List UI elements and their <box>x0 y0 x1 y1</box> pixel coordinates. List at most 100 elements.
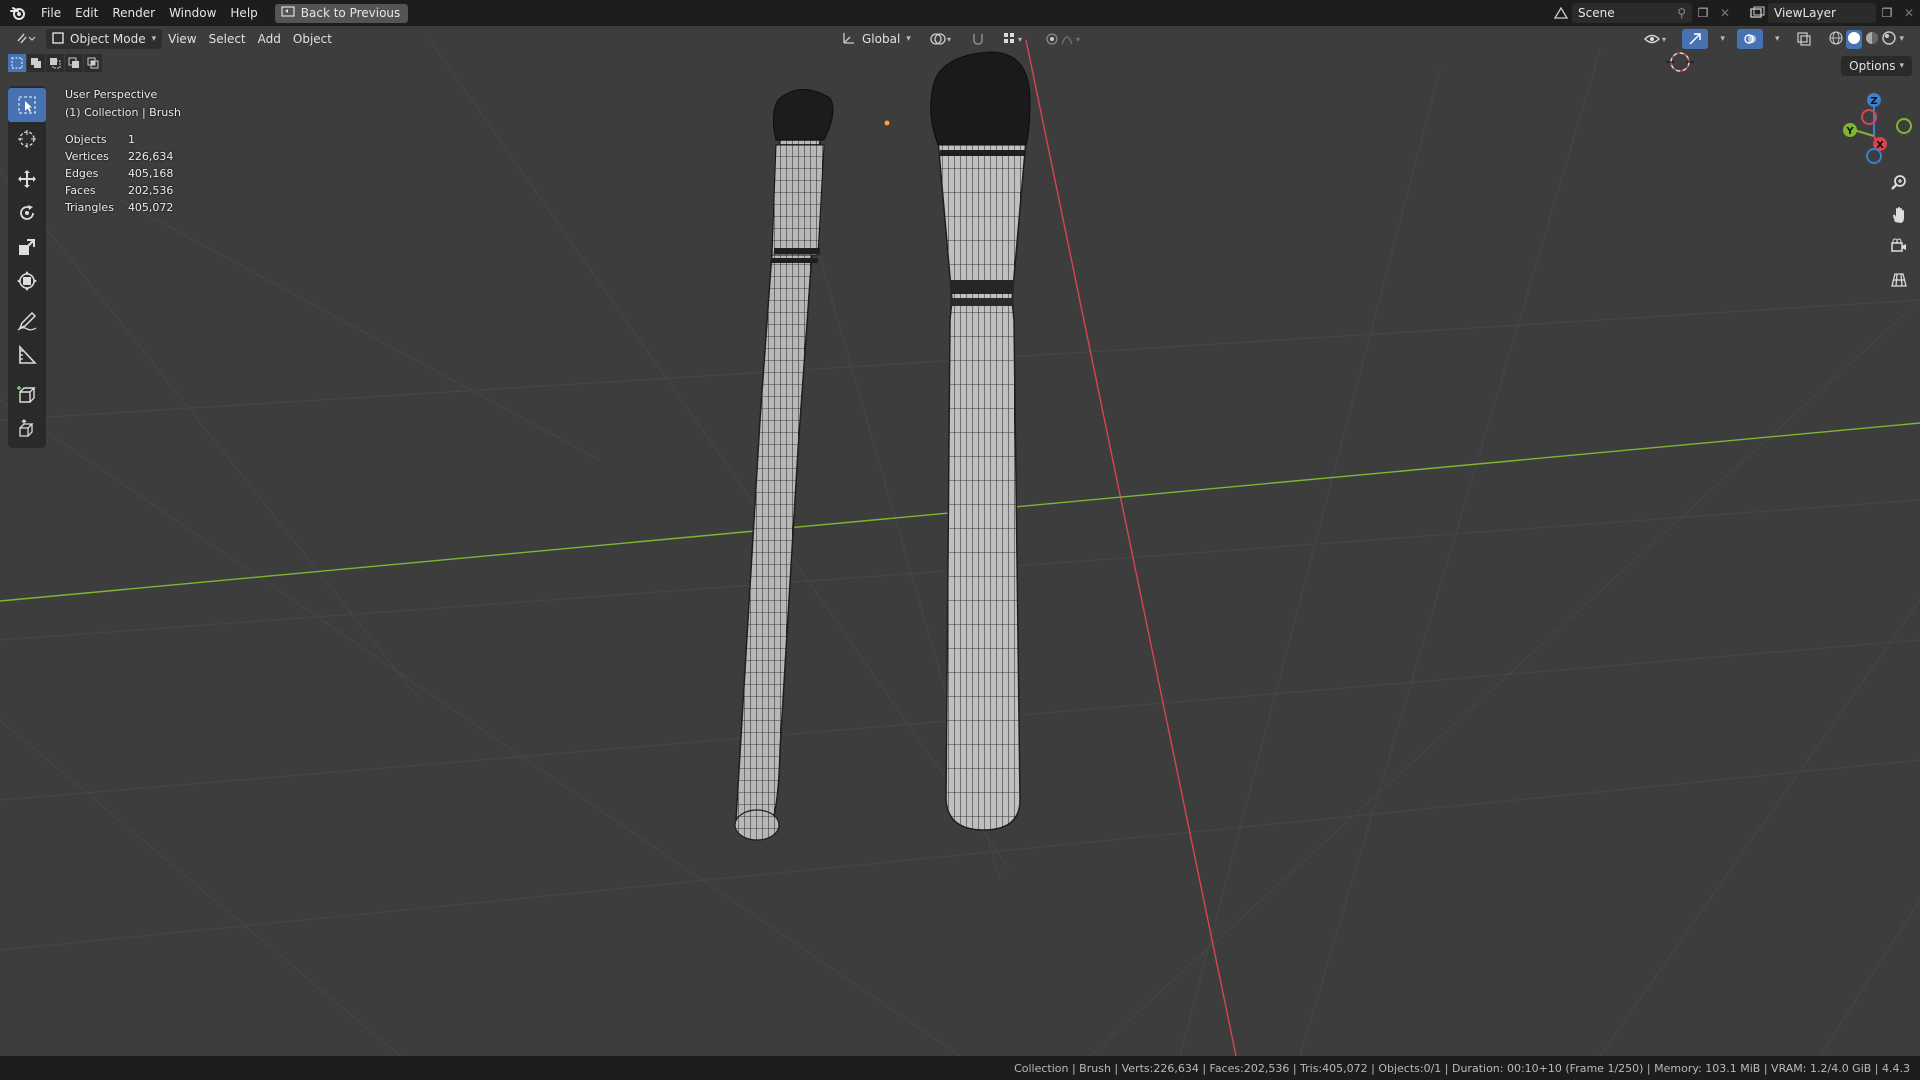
viewport-display-controls: ▾ ▾ ▾ ▾ <box>1638 29 1910 49</box>
snap-target-icon[interactable]: ▾ <box>997 29 1033 49</box>
header-menu-view[interactable]: View <box>162 29 202 49</box>
scene-name: Scene <box>1578 6 1615 20</box>
chevron-down-icon: ▾ <box>151 34 157 44</box>
blender-logo-icon[interactable] <box>8 3 28 23</box>
options-dropdown[interactable]: Options ▾ <box>1841 56 1912 76</box>
pivot-point-icon[interactable]: ▾ <box>923 29 959 49</box>
transform-orientation-dropdown[interactable]: Global ▾ <box>836 29 917 49</box>
object-mode-label: Object Mode <box>70 32 146 46</box>
object-mode-icon <box>52 31 64 47</box>
gizmo-y-label: Y <box>1845 126 1854 137</box>
add-cube-tool[interactable] <box>8 378 46 412</box>
stat-label: Vertices <box>65 150 109 163</box>
chevron-down-icon: ▾ <box>906 34 911 44</box>
shading-mode-group: ▾ <box>1823 29 1910 49</box>
new-scene-icon[interactable]: ❐ <box>1692 3 1714 23</box>
move-tool[interactable] <box>8 162 46 196</box>
measure-tool[interactable] <box>8 338 46 372</box>
orientation-label: Global <box>862 32 901 46</box>
pin-icon[interactable]: ⚲ <box>1677 6 1686 20</box>
orientation-icon <box>842 31 856 48</box>
camera-view-icon[interactable] <box>1886 234 1912 260</box>
3d-viewport[interactable] <box>0 26 1920 1056</box>
gizmo-y-negative <box>1896 118 1912 134</box>
show-overlays-icon[interactable] <box>1736 29 1763 49</box>
stat-row: Objects 1 <box>65 131 187 148</box>
scene-selector-icon[interactable] <box>1550 3 1572 23</box>
viewport-scene <box>0 39 1920 1056</box>
stat-label: Triangles <box>65 201 114 214</box>
select-extend-icon[interactable] <box>27 54 45 72</box>
stat-row: Triangles 405,072 <box>65 199 187 216</box>
view-perspective-label: User Perspective <box>65 88 158 101</box>
select-new-icon[interactable] <box>8 54 26 72</box>
object-mode-dropdown[interactable]: Object Mode ▾ <box>46 29 163 49</box>
screen-icon <box>281 5 295 21</box>
menu-render[interactable]: Render <box>105 0 162 26</box>
left-brush-mesh <box>734 89 834 841</box>
menu-window[interactable]: Window <box>162 0 223 26</box>
back-to-previous-label: Back to Previous <box>300 6 401 20</box>
header-menu-select[interactable]: Select <box>203 29 252 49</box>
menu-help[interactable]: Help <box>223 0 264 26</box>
menu-file[interactable]: File <box>34 0 68 26</box>
delete-scene-icon[interactable]: ✕ <box>1714 3 1736 23</box>
back-to-previous-button[interactable]: Back to Previous <box>274 3 409 23</box>
show-gizmo-icon[interactable] <box>1682 29 1709 49</box>
xray-toggle-icon[interactable] <box>1791 29 1817 49</box>
scale-tool[interactable] <box>8 230 46 264</box>
gizmo-z-label: Z <box>1870 96 1877 107</box>
select-subtract-icon[interactable] <box>46 54 64 72</box>
editor-type-selector[interactable] <box>10 29 42 49</box>
svg-text:▾: ▾ <box>1076 35 1080 44</box>
stat-value: 405,072 <box>127 201 174 214</box>
3d-cursor <box>1666 52 1694 72</box>
snap-toggle-icon[interactable] <box>965 29 991 49</box>
annotate-tool[interactable] <box>8 304 46 338</box>
options-label: Options <box>1849 59 1896 73</box>
active-collection-label: (1) Collection | Brush <box>65 106 181 119</box>
header-menu-object[interactable]: Object <box>287 29 338 49</box>
object-origin <box>884 120 890 126</box>
stat-row: Vertices 226,634 <box>65 148 187 165</box>
menu-edit[interactable]: Edit <box>68 0 105 26</box>
wireframe-shading-icon[interactable] <box>1829 30 1844 48</box>
proportional-editing-icon[interactable]: ▾ <box>1039 29 1091 49</box>
stat-row: Edges 405,168 <box>65 165 187 182</box>
object-visibility-icon[interactable]: ▾ <box>1638 29 1676 49</box>
stat-label: Objects <box>65 133 107 146</box>
stat-value: 226,634 <box>127 150 174 163</box>
delete-view-layer-icon[interactable]: ✕ <box>1898 3 1920 23</box>
stat-value: 1 <box>127 133 135 146</box>
solid-shading-icon[interactable] <box>1846 29 1863 49</box>
scene-name-field[interactable]: Scene ⚲ <box>1572 3 1692 23</box>
navigation-gizmo[interactable]: Z Y X <box>1822 86 1912 176</box>
rendered-shading-icon[interactable] <box>1882 30 1897 48</box>
rotate-tool[interactable] <box>8 196 46 230</box>
stat-value: 405,168 <box>127 167 174 180</box>
pan-hand-icon[interactable] <box>1886 202 1912 228</box>
gizmo-z-negative <box>1866 148 1882 164</box>
select-box-tool[interactable] <box>8 88 46 122</box>
select-intersect-icon[interactable] <box>84 54 102 72</box>
select-invert-icon[interactable] <box>65 54 83 72</box>
new-view-layer-icon[interactable]: ❐ <box>1876 3 1898 23</box>
extrude-tool[interactable] <box>8 412 46 446</box>
cursor-tool[interactable] <box>8 122 46 156</box>
view-layer-name: ViewLayer <box>1774 6 1836 20</box>
gizmo-dropdown-icon[interactable]: ▾ <box>1714 29 1731 49</box>
zoom-icon[interactable] <box>1886 170 1912 196</box>
perspective-toggle-icon[interactable] <box>1886 266 1912 292</box>
header-menu-add[interactable]: Add <box>252 29 287 49</box>
material-shading-icon[interactable] <box>1865 31 1879 48</box>
view-layer-field[interactable]: ViewLayer <box>1768 3 1876 23</box>
overlays-dropdown-icon[interactable]: ▾ <box>1769 29 1786 49</box>
selection-mode-group <box>8 54 102 72</box>
status-bar: Collection | Brush | Verts:226,634 | Fac… <box>0 1056 1920 1080</box>
view-layer-selector-icon[interactable] <box>1746 3 1768 23</box>
transform-tool[interactable] <box>8 264 46 298</box>
shading-dropdown-icon[interactable]: ▾ <box>1899 34 1904 44</box>
right-brush-mesh <box>930 51 1031 831</box>
editor-type-icon <box>16 31 36 48</box>
tool-shelf <box>8 86 46 448</box>
